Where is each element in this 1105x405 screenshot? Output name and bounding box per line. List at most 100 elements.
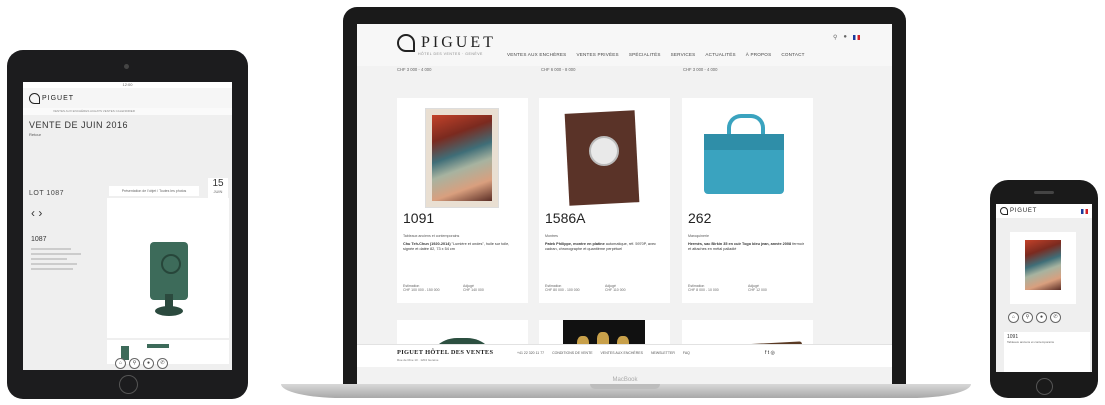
ipad-screen: 12:00 PIGUET VENTES AUX ENCHÈRES ACHATS …: [23, 82, 232, 370]
site-nav: VENTES AUX ENCHÈRES VENTES PRIVÉES SPÉCI…: [507, 52, 805, 57]
lot-result: Adjugé CHF 140 000: [463, 284, 484, 292]
ipad-back-link[interactable]: Retour: [23, 132, 232, 137]
lot-description: Patek Philippe, montre en platine automa…: [545, 242, 663, 252]
lot-title: Chu Teh-Chun (1920-2014): [403, 242, 451, 246]
footer-address: Rue de Rive 10 · 1204 Genève: [397, 358, 439, 362]
ipad-home-button[interactable]: [119, 375, 138, 394]
site-logo[interactable]: PIGUET: [397, 34, 496, 52]
piguet-logo-icon: [1000, 207, 1008, 215]
user-icon[interactable]: ●: [843, 34, 847, 41]
lot-description: Hermès, sac Birkin 35 en cuir Togo bleu …: [688, 242, 806, 252]
iphone-lot-info: 1091 Tableaux anciens et contemporains: [1004, 332, 1090, 372]
iphone-home-button[interactable]: [1036, 378, 1053, 395]
lot-estimate: Estimation CHF 100 000 - 150 000: [403, 284, 440, 292]
ipad-action-icons: ⌂ ⚲ ● ✆: [115, 358, 168, 369]
user-icon[interactable]: ●: [143, 358, 154, 369]
macbook-device: PIGUET HÔTEL DES VENTES · GENÈVE VENTES …: [343, 7, 906, 386]
sculpture-detail: [161, 254, 181, 274]
result-value: CHF 12 000: [748, 288, 767, 292]
lot-image[interactable]: [425, 108, 499, 208]
ipad-lot-label: LOT 1087: [29, 190, 65, 197]
ipad-device: 12:00 PIGUET VENTES AUX ENCHÈRES ACHATS …: [7, 50, 248, 399]
ipad-logo[interactable]: PIGUET: [42, 95, 74, 102]
lot-result: Adjugé CHF 110 000: [605, 284, 626, 292]
iphone-screen: PIGUET ⌂ ⚲ ● ✆ 1091 Tableaux anciens et …: [996, 204, 1092, 372]
footer-auctions[interactable]: VENTES AUX ENCHÈRES: [601, 351, 643, 355]
ipad-header: PIGUET: [23, 88, 232, 108]
user-icon[interactable]: ●: [1036, 312, 1047, 323]
prev-estimate: CHF 6 000 - 8 000: [541, 67, 576, 72]
iphone-action-icons: ⌂ ⚲ ● ✆: [1008, 312, 1061, 323]
ipad-camera: [124, 64, 129, 69]
footer-conditions[interactable]: CONDITIONS DE VENTE: [552, 351, 592, 355]
estimate-value: CHF 100 000 - 150 000: [403, 288, 440, 292]
site-header: PIGUET HÔTEL DES VENTES · GENÈVE VENTES …: [357, 24, 892, 66]
lot-card[interactable]: 1091 Tableaux anciens et contemporains C…: [397, 98, 528, 303]
iphone-header: PIGUET: [996, 204, 1092, 218]
footer-links: +41 22 320 11 77 CONDITIONS DE VENTE VEN…: [517, 351, 690, 355]
site-logo-text: PIGUET: [421, 34, 496, 51]
ipad-lot-number: 1087: [31, 236, 47, 243]
ipad-nav[interactable]: VENTES AUX ENCHÈRES ACHATS VENTES CALEND…: [23, 108, 232, 115]
lot-category: Montres: [545, 234, 558, 238]
lot-number: 262: [688, 210, 712, 226]
lot-title: Hermès, sac Birkin 35 en cuir Togo bleu …: [688, 242, 792, 246]
watch-dial: [589, 136, 619, 166]
footer-brand: PIGUET HÔTEL DES VENTES: [397, 349, 494, 356]
macbook-notch: [590, 384, 660, 389]
estimate-value: CHF 80 000 - 100 000: [545, 288, 580, 292]
ipad-lot-nav: ‹ › 1087: [27, 206, 97, 346]
lot-card[interactable]: 1586A Montres Patek Philippe, montre en …: [539, 98, 670, 303]
macbook-screen: PIGUET HÔTEL DES VENTES · GENÈVE VENTES …: [357, 24, 892, 384]
ipad-lot-image[interactable]: [107, 198, 229, 338]
piguet-logo-icon: [397, 34, 415, 52]
iphone-lot-image[interactable]: [1010, 232, 1076, 304]
prev-next-arrows-icon[interactable]: ‹ ›: [27, 206, 97, 220]
phone-icon[interactable]: ✆: [157, 358, 168, 369]
ipad-page-title: VENTE DE JUIN 2016: [29, 120, 129, 130]
footer-phone[interactable]: +41 22 320 11 77: [517, 351, 544, 355]
iphone-logo[interactable]: PIGUET: [1010, 208, 1037, 214]
nav-ventes-encheres[interactable]: VENTES AUX ENCHÈRES: [507, 52, 566, 57]
site-tools: ⚲ ●: [833, 34, 860, 41]
social-icons[interactable]: f t ◎: [765, 350, 775, 356]
lot-estimate: Estimation CHF 80 000 - 100 000: [545, 284, 580, 292]
estimate-value: CHF 8 000 - 10 000: [688, 288, 719, 292]
lot-estimate: Estimation CHF 8 000 - 10 000: [688, 284, 719, 292]
lot-title: Patek Philippe, montre en platine: [545, 242, 605, 246]
nav-ventes-privees[interactable]: VENTES PRIVÉES: [576, 52, 618, 57]
search-icon[interactable]: ⚲: [129, 358, 140, 369]
nav-a-propos[interactable]: À PROPOS: [746, 52, 772, 57]
sculpture-base: [155, 306, 183, 316]
date-day: 15: [212, 178, 224, 189]
lot-description: Chu Teh-Chun (1920-2014) "Lumière et ond…: [403, 242, 521, 252]
iphone-lot-category: Tableaux anciens et contemporains: [1007, 340, 1055, 344]
piguet-logo-icon: [29, 92, 40, 104]
language-flag-icon[interactable]: [1081, 209, 1088, 214]
nav-specialites[interactable]: SPÉCIALITÉS: [629, 52, 661, 57]
iphone-device: PIGUET ⌂ ⚲ ● ✆ 1091 Tableaux anciens et …: [990, 180, 1098, 398]
nav-contact[interactable]: CONTACT: [781, 52, 804, 57]
search-icon[interactable]: ⚲: [1022, 312, 1033, 323]
painting-image: [432, 115, 492, 201]
language-flag-icon[interactable]: [853, 35, 860, 40]
lot-category: Tableaux anciens et contemporains: [403, 234, 460, 238]
thumbnail-2[interactable]: [147, 344, 169, 348]
ipad-tab[interactable]: Présentation de l'objet / Toutes les pho…: [109, 186, 199, 196]
result-value: CHF 110 000: [605, 288, 626, 292]
site-tagline: HÔTEL DES VENTES · GENÈVE: [418, 52, 483, 56]
auction-icon[interactable]: ⌂: [115, 358, 126, 369]
footer-newsletter[interactable]: NEWSLETTER: [651, 351, 675, 355]
lot-card[interactable]: 262 Maroquinerie Hermès, sac Birkin 35 e…: [682, 98, 813, 303]
footer-faq[interactable]: FAQ: [683, 351, 690, 355]
nav-actualites[interactable]: ACTUALITÉS: [705, 52, 735, 57]
auction-icon[interactable]: ⌂: [1008, 312, 1019, 323]
site-footer: PIGUET HÔTEL DES VENTES Rue de Rive 10 ·…: [357, 344, 892, 367]
search-icon[interactable]: ⚲: [833, 34, 837, 41]
iphone-speaker: [1034, 191, 1054, 194]
lot-number: 1586A: [545, 210, 586, 226]
nav-services[interactable]: SERVICES: [671, 52, 696, 57]
phone-icon[interactable]: ✆: [1050, 312, 1061, 323]
lot-result: Adjugé CHF 12 000: [748, 284, 767, 292]
prev-estimate: CHF 3 000 - 4 000: [683, 67, 718, 72]
